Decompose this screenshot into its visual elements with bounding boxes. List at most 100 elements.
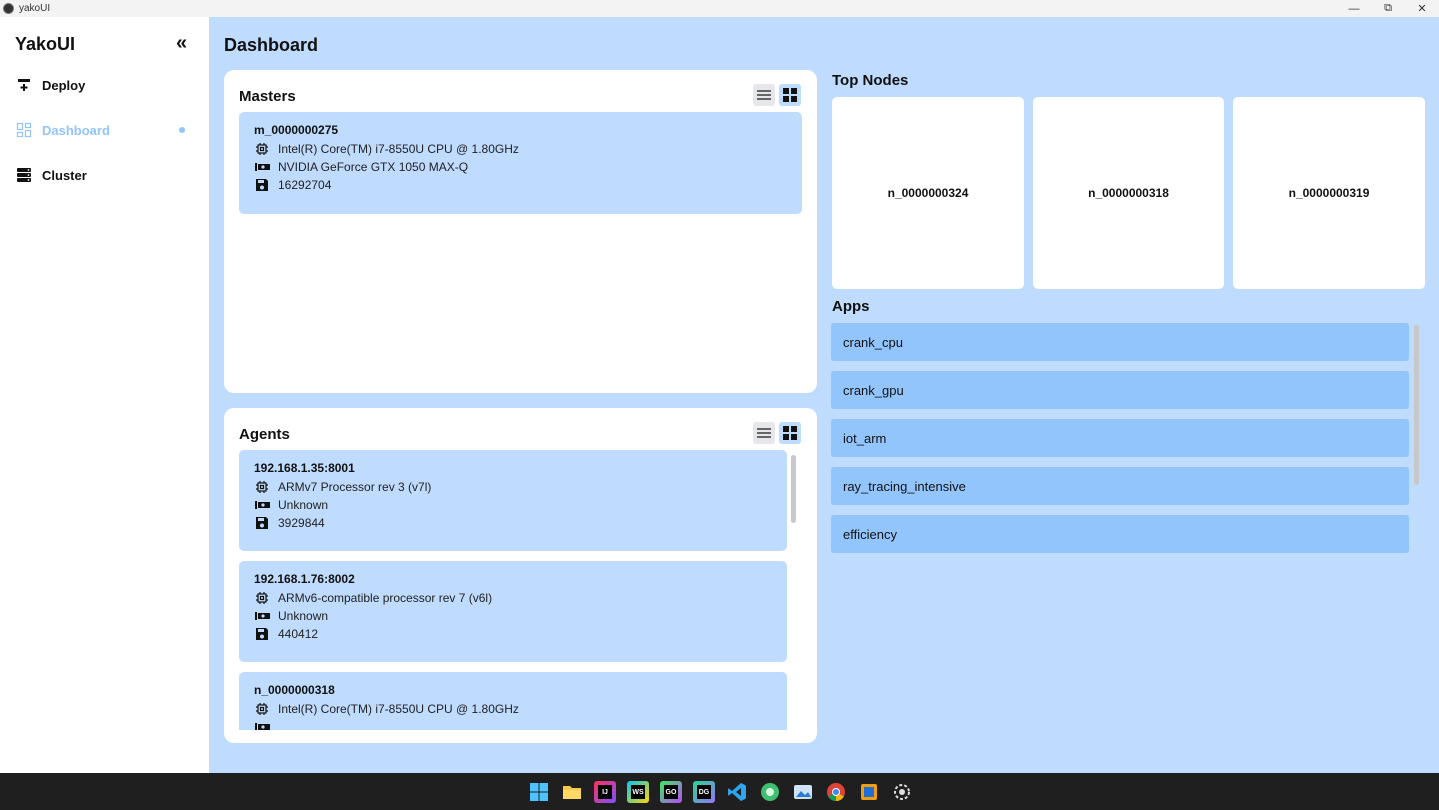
yakoui-app-icon[interactable] (891, 781, 913, 803)
browser-icon[interactable] (759, 781, 781, 803)
cpu-row: Intel(R) Core(TM) i7-8550U CPU @ 1.80GHz (254, 140, 787, 158)
intellij-icon[interactable]: IJ (594, 781, 616, 803)
master-name: m_0000000275 (254, 123, 339, 137)
sidebar-item-label: Deploy (42, 77, 86, 93)
close-button[interactable]: ✕ (1405, 0, 1439, 17)
window-titlebar: yakoUI — ⧉ ✕ (0, 0, 1439, 17)
agent-card[interactable]: 192.168.1.76:8002 ARMv6-compatible proce… (239, 561, 787, 662)
windows-start-icon[interactable] (528, 781, 550, 803)
gpu-row: Unknown (254, 496, 772, 514)
app-item[interactable]: iot_arm (831, 419, 1409, 457)
masters-panel: Masters m_0000000275 Intel(R) Core(TM) i… (224, 70, 817, 393)
top-node-card[interactable]: n_0000000318 (1033, 97, 1224, 289)
sidebar-item-label: Cluster (42, 167, 87, 183)
dashboard-icon (15, 122, 32, 139)
agents-list[interactable]: 192.168.1.35:8001 ARMv7 Processor rev 3 … (224, 450, 817, 730)
taskbar-icons: IJ WS GO DG (528, 781, 913, 803)
master-card[interactable]: m_0000000275 Intel(R) Core(TM) i7-8550U … (239, 112, 802, 214)
gpu-icon (254, 609, 270, 623)
gpu-row (254, 718, 772, 730)
chrome-icon[interactable] (825, 781, 847, 803)
memory-text: 16292704 (278, 178, 332, 192)
list-view-button[interactable] (753, 422, 775, 444)
app-item[interactable]: efficiency (831, 515, 1409, 553)
cluster-icon (15, 167, 32, 184)
virtualbox-icon[interactable] (858, 781, 880, 803)
taskbar: IJ WS GO DG (0, 773, 1439, 810)
app-logo-icon (3, 3, 14, 14)
app-item[interactable]: crank_gpu (831, 371, 1409, 409)
agent-name: 192.168.1.35:8001 (254, 461, 355, 475)
agent-card[interactable]: n_0000000318 Intel(R) Core(TM) i7-8550U … (239, 672, 787, 730)
masters-title: Masters (239, 88, 296, 105)
grid-view-button[interactable] (779, 84, 801, 106)
cpu-text: Intel(R) Core(TM) i7-8550U CPU @ 1.80GHz (278, 702, 519, 716)
apps-scrollbar[interactable] (1414, 325, 1419, 485)
gpu-icon (254, 160, 270, 174)
gpu-icon (254, 720, 270, 730)
agent-name: n_0000000318 (254, 683, 335, 697)
list-view-button[interactable] (753, 84, 775, 106)
file-explorer-icon[interactable] (561, 781, 583, 803)
cpu-icon (254, 480, 270, 494)
window-title: yakoUI (19, 3, 51, 14)
grid-view-button[interactable] (779, 422, 801, 444)
minimize-button[interactable]: — (1337, 0, 1371, 17)
cpu-row: ARMv6-compatible processor rev 7 (v6l) (254, 589, 772, 607)
sidebar-item-label: Dashboard (42, 122, 110, 138)
floppy-disk-icon (254, 178, 270, 192)
cpu-text: ARMv6-compatible processor rev 7 (v6l) (278, 591, 493, 605)
gpu-row: NVIDIA GeForce GTX 1050 MAX-Q (254, 158, 787, 176)
agents-title: Agents (239, 426, 290, 443)
memory-row: 3929844 (254, 514, 772, 532)
gpu-text: Unknown (278, 498, 329, 512)
cpu-row: Intel(R) Core(TM) i7-8550U CPU @ 1.80GHz (254, 700, 772, 718)
webstorm-icon[interactable]: WS (627, 781, 649, 803)
cpu-icon (254, 591, 270, 605)
node-name: n_0000000318 (1088, 186, 1169, 200)
cpu-icon (254, 142, 270, 156)
deploy-icon (15, 77, 32, 94)
top-node-card[interactable]: n_0000000324 (832, 97, 1024, 289)
memory-row: 440412 (254, 625, 772, 643)
gpu-text: Unknown (278, 609, 329, 623)
photos-icon[interactable] (792, 781, 814, 803)
memory-row: 16292704 (254, 176, 787, 194)
node-name: n_0000000319 (1288, 186, 1370, 200)
app-item[interactable]: ray_tracing_intensive (831, 467, 1409, 505)
page-title: Dashboard (224, 35, 319, 55)
vscode-icon[interactable] (726, 781, 748, 803)
cpu-text: ARMv7 Processor rev 3 (v7l) (278, 480, 432, 494)
top-node-card[interactable]: n_0000000319 (1233, 97, 1425, 289)
agents-panel: Agents 192.168.1.35:8001 ARMv7 Processor… (224, 408, 817, 743)
maximize-button[interactable]: ⧉ (1371, 0, 1405, 17)
sidebar: YakoUI « Deploy Dashboard Cluster (0, 17, 209, 773)
sidebar-item-deploy[interactable]: Deploy (15, 74, 200, 96)
window-controls: — ⧉ ✕ (1337, 0, 1439, 17)
masters-view-toggle (753, 84, 801, 106)
gpu-text: NVIDIA GeForce GTX 1050 MAX-Q (278, 160, 469, 174)
memory-text: 3929844 (278, 516, 325, 530)
cpu-icon (254, 702, 270, 716)
list-view-icon (757, 428, 771, 438)
agent-name: 192.168.1.76:8002 (254, 572, 355, 586)
datagrip-icon[interactable]: DG (693, 781, 715, 803)
sidebar-item-dashboard[interactable]: Dashboard (15, 119, 200, 141)
agent-card[interactable]: 192.168.1.35:8001 ARMv7 Processor rev 3 … (239, 450, 787, 551)
app-item[interactable]: crank_cpu (831, 323, 1409, 361)
agents-view-toggle (753, 422, 801, 444)
agents-scrollbar[interactable] (791, 455, 796, 523)
sidebar-item-cluster[interactable]: Cluster (15, 164, 200, 186)
node-name: n_0000000324 (887, 186, 969, 200)
list-view-icon (757, 90, 771, 100)
collapse-sidebar-button[interactable]: « (176, 33, 187, 53)
goland-icon[interactable]: GO (660, 781, 682, 803)
grid-view-icon (783, 88, 797, 102)
cpu-row: ARMv7 Processor rev 3 (v7l) (254, 478, 772, 496)
brand-title: YakoUI (15, 34, 76, 54)
gpu-row: Unknown (254, 607, 772, 625)
active-indicator-dot (179, 127, 185, 133)
grid-view-icon (783, 426, 797, 440)
floppy-disk-icon (254, 627, 270, 641)
apps-title: Apps (832, 298, 870, 315)
